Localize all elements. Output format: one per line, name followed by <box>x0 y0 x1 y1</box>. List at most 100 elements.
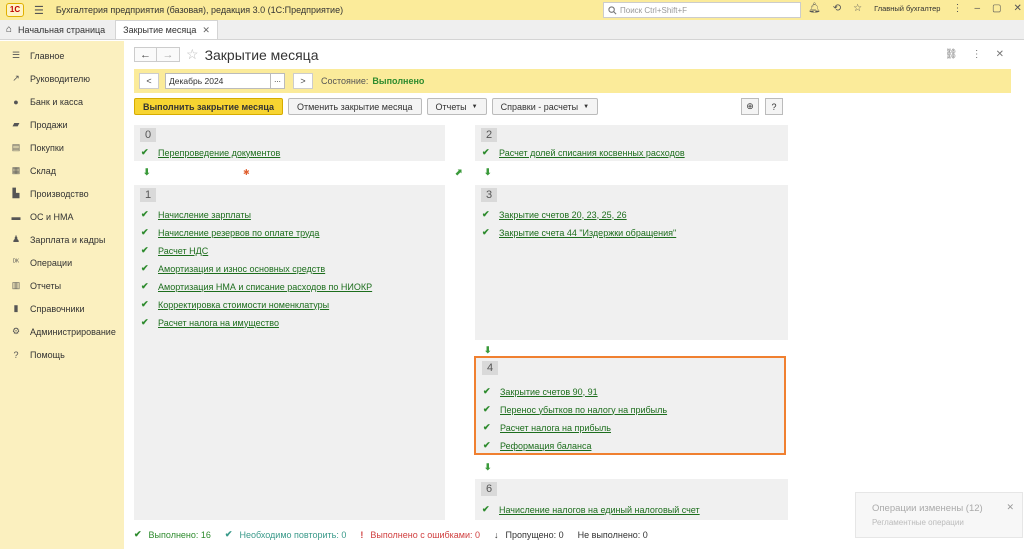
close-tab-icon[interactable]: ✕ <box>202 25 210 36</box>
operation-item[interactable]: ✔ Корректировка стоимости номенклатуры <box>141 299 329 310</box>
run-month-close-button[interactable]: Выполнить закрытие месяца <box>134 98 283 115</box>
tab-home[interactable]: ⌂ Начальная страница <box>0 20 112 39</box>
double-check-icon: ✔ <box>141 209 149 219</box>
sidebar-item-catalogs[interactable]: ▮ Справочники <box>0 297 124 320</box>
status-not-done: Не выполнено: 0 <box>578 530 648 540</box>
operation-link[interactable]: Амортизация НМА и списание расходов по Н… <box>158 282 372 292</box>
hamburger-menu-icon[interactable]: ☰ <box>34 4 44 17</box>
history-icon[interactable]: ⟲ <box>833 3 841 14</box>
check-icon: ✔ <box>141 299 149 309</box>
sidebar-item-admin[interactable]: ⚙ Администрирование <box>0 320 124 343</box>
step-number: 3 <box>481 188 497 202</box>
status-errors: ! Выполнено с ошибками: 0 <box>360 530 480 540</box>
next-period-button[interactable]: > <box>293 73 313 89</box>
step-number: 6 <box>481 482 497 496</box>
exclamation-icon: ! <box>360 529 364 540</box>
chart-icon: ▥ <box>11 280 21 290</box>
back-button[interactable]: ← <box>134 47 157 62</box>
settings-button[interactable]: ⊕ <box>741 98 759 115</box>
notification-title: Операции изменены (12) <box>872 503 983 514</box>
operation-link[interactable]: Закрытие счета 44 "Издержки обращения" <box>499 228 676 238</box>
sidebar-item-salary[interactable]: ♟ Зарплата и кадры <box>0 228 124 251</box>
operation-link[interactable]: Закрытие счетов 20, 23, 25, 26 <box>499 210 627 220</box>
operation-link[interactable]: Корректировка стоимости номенклатуры <box>158 300 329 310</box>
sidebar-item-help[interactable]: ? Помощь <box>0 343 124 366</box>
caret-down-icon: ▼ <box>471 103 478 110</box>
tab-month-close-label: Закрытие месяца <box>123 25 197 35</box>
operation-item[interactable]: ✔ Начисление резервов по оплате труда <box>141 227 319 238</box>
minimize-icon[interactable]: – <box>974 3 980 14</box>
operation-link[interactable]: Расчет долей списания косвенных расходов <box>499 148 685 158</box>
refs-calcs-dropdown[interactable]: Справки - расчеты ▼ <box>491 98 599 115</box>
settings-menu-icon[interactable]: ⋮ <box>952 3 962 14</box>
step-number: 2 <box>481 128 497 142</box>
current-user[interactable]: Главный бухгалтер <box>874 4 940 13</box>
operation-item[interactable]: ✔ Расчет долей списания косвенных расходо… <box>482 147 685 158</box>
status-repeat-label: Необходимо повторить: 0 <box>239 529 347 540</box>
home-icon: ⌂ <box>6 24 13 35</box>
target-gear-icon: ⊕ <box>746 101 754 111</box>
favorites-star-icon[interactable]: ☆ <box>853 3 862 14</box>
operation-link[interactable]: Амортизация и износ основных средств <box>158 264 325 274</box>
reports-dropdown[interactable]: Отчеты ▼ <box>426 98 487 115</box>
trend-icon: ↗ <box>12 73 20 83</box>
arrow-right-icon: → <box>162 48 174 61</box>
operation-item[interactable]: ✔ Расчет налога на имущество <box>141 317 279 328</box>
link-icon[interactable]: ⛓ <box>945 49 958 60</box>
operation-item[interactable]: ✔ Начисление зарплаты <box>141 209 251 220</box>
sidebar-item-bank[interactable]: ● Банк и касса <box>0 90 124 113</box>
notification-popup[interactable]: Операции изменены (12) Регламентные опер… <box>855 492 1023 538</box>
close-notification-icon[interactable]: ✕ <box>1006 502 1014 513</box>
operation-item[interactable]: ✔ Амортизация и износ основных средств <box>141 263 325 274</box>
operation-item[interactable]: ✔ Амортизация НМА и списание расходов по … <box>141 281 372 292</box>
operation-link[interactable]: Начисление зарплаты <box>158 210 251 220</box>
operation-item[interactable]: ✔ Расчет НДС <box>141 245 208 256</box>
operation-link[interactable]: Начисление налогов на единый налоговый с… <box>499 505 700 515</box>
sidebar-item-main[interactable]: ☰ Главное <box>0 44 124 67</box>
operation-link[interactable]: Перепроведение документов <box>158 148 280 158</box>
close-form-icon[interactable]: ✕ <box>996 49 1004 60</box>
coins-icon: ● <box>13 96 19 107</box>
sidebar-item-sales[interactable]: ▰ Продажи <box>0 113 124 136</box>
close-window-icon[interactable]: ✕ <box>1014 3 1022 14</box>
prev-period-button[interactable]: < <box>139 73 159 89</box>
period-field[interactable]: Декабрь 2024 <box>165 73 271 89</box>
bell-icon[interactable]: 🔔︎ <box>808 3 821 14</box>
step-block-0: 0 ✔ Перепроведение документов <box>134 125 445 161</box>
check-icon: ✔ <box>482 209 490 219</box>
caret-down-icon: ▼ <box>583 103 590 110</box>
forward-button[interactable]: → <box>157 47 180 62</box>
sidebar-item-label: Справочники <box>30 303 85 314</box>
status-skipped-label: Пропущено: 0 <box>505 529 564 540</box>
list-icon: ☰ <box>11 50 21 60</box>
cancel-month-close-button[interactable]: Отменить закрытие месяца <box>287 98 422 115</box>
check-outline-icon: ✔ <box>224 529 233 539</box>
operation-item[interactable]: ✔ Перепроведение документов <box>141 147 280 158</box>
operation-link[interactable]: Расчет НДС <box>158 246 208 256</box>
app-title: Бухгалтерия предприятия (базовая), редак… <box>55 5 344 15</box>
sidebar-item-warehouse[interactable]: ▦ Склад <box>0 159 124 182</box>
help-button[interactable]: ? <box>765 98 783 115</box>
sidebar-item-assets[interactable]: ▬ ОС и НМА <box>0 205 124 228</box>
period-select-button[interactable]: ... <box>271 73 285 89</box>
tab-month-close[interactable]: Закрытие месяца ✕ <box>115 20 218 39</box>
sidebar-item-production[interactable]: ▙ Производство <box>0 182 124 205</box>
operation-item[interactable]: ✔ Закрытие счетов 20, 23, 25, 26 <box>482 209 627 220</box>
check-icon: ✔ <box>141 317 149 327</box>
sidebar-item-operations[interactable]: ᴰᴷ Операции <box>0 251 124 274</box>
sidebar-item-purchases[interactable]: ▤ Покупки <box>0 136 124 159</box>
status-done: ✔ Выполнено: 16 <box>134 529 211 540</box>
status-errors-label: Выполнено с ошибками: 0 <box>370 529 480 540</box>
search-input[interactable]: Поиск Ctrl+Shift+F <box>603 2 801 18</box>
more-actions-icon[interactable]: ⋮ <box>972 49 982 60</box>
operation-item[interactable]: ✔ Начисление налогов на единый налоговый … <box>482 504 700 515</box>
maximize-icon[interactable]: ▢ <box>992 3 1001 14</box>
step-number: 0 <box>140 128 156 142</box>
operation-link[interactable]: Начисление резервов по оплате труда <box>158 228 319 238</box>
operation-link[interactable]: Расчет налога на имущество <box>158 318 279 328</box>
sidebar-item-manager[interactable]: ↗ Руководителю <box>0 67 124 90</box>
sidebar-item-reports[interactable]: ▥ Отчеты <box>0 274 124 297</box>
operation-item[interactable]: ✔ Закрытие счета 44 "Издержки обращения" <box>482 227 676 238</box>
favorite-star-icon[interactable]: ☆ <box>186 46 199 63</box>
sidebar-item-label: ОС и НМА <box>30 211 74 222</box>
